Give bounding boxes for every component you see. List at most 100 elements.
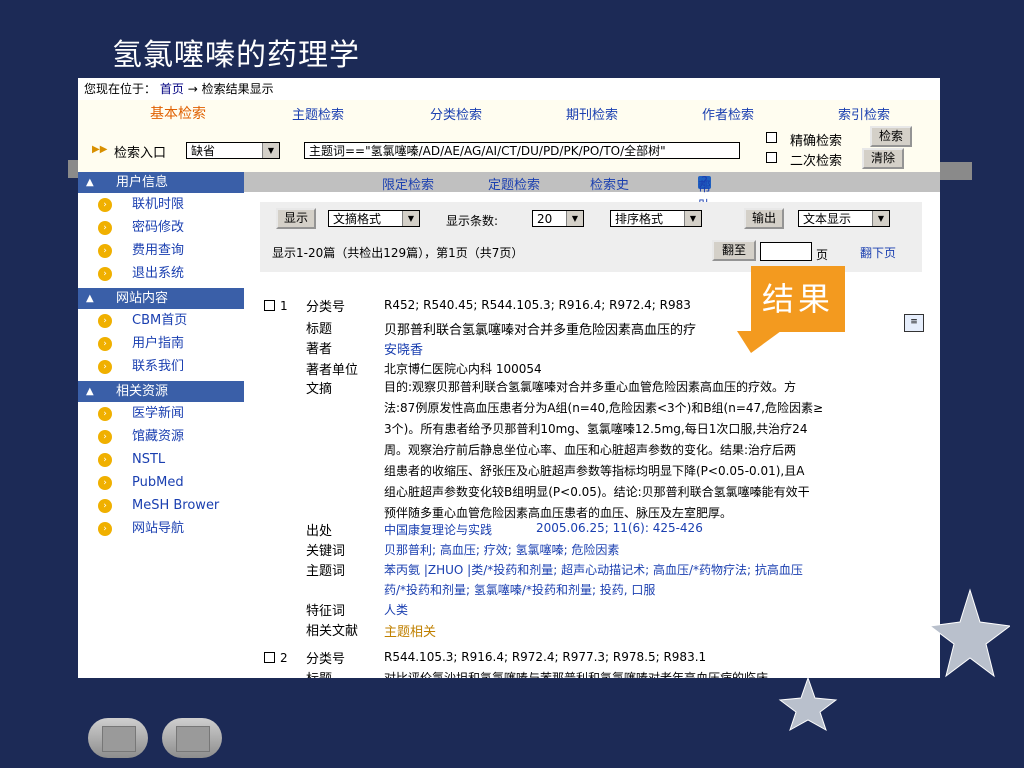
entry-label: 检索入口 (114, 146, 167, 161)
sidebar-item-online-time[interactable]: › 联机时限 (78, 194, 244, 216)
class-label: 分类号 (306, 300, 346, 315)
entry-field-select[interactable]: 缺省 ▼ (186, 142, 280, 159)
bullet-icon: › (98, 314, 112, 328)
breadcrumb-arrow: → (187, 82, 198, 96)
clear-button[interactable]: 清除 (862, 148, 904, 169)
sidebar: ▲ 用户信息 › 联机时限 › 密码修改 › 费用查询 › 退出系统 ▲ 网站内容 › CBM… (78, 172, 244, 678)
entry-field-value: 缺省 (191, 144, 216, 158)
abstract-line: 组患者的收缩压、舒张压及心脏超声参数等指标均明显下降(P<0.05-0.01),… (384, 464, 805, 478)
record-checkbox[interactable] (264, 652, 275, 663)
second-search-checkbox[interactable] (766, 152, 777, 163)
count-select[interactable]: 20 ▼ (532, 210, 584, 227)
bullet-icon: › (98, 267, 112, 281)
sidebar-item-logout[interactable]: › 退出系统 (78, 263, 244, 285)
bullet-icon: › (98, 476, 112, 490)
nav-author-search[interactable]: 作者检索 (702, 104, 754, 123)
tab-limit-search[interactable]: 限定检索 (382, 174, 434, 193)
subjects-links-cont[interactable]: 药/*投药和剂量; 氢氯噻嗪/*投药和剂量; 投药, 口服 (384, 581, 655, 598)
sidebar-item-site-nav[interactable]: › 网站导航 (78, 518, 244, 540)
sidebar-section-site-content[interactable]: ▲ 网站内容 (78, 288, 244, 309)
abstract-line: 法:87例原发性高血压患者分为A组(n=40,危险因素<3个)和B组(n=47,… (384, 401, 824, 415)
output-button[interactable]: 输出 (744, 208, 784, 229)
sidebar-item-user-guide[interactable]: › 用户指南 (78, 333, 244, 355)
sub-tab-bar: 限定检索 定题检索 检索史 ?帮助 (244, 172, 940, 214)
query-value: 主题词=="氢氯噻嗪/AD/AE/AG/AI/CT/DU/PD/PK/PO/TO… (309, 144, 666, 158)
entry-arrow-icon: ▶▶ (92, 144, 108, 155)
exact-search-checkbox[interactable] (766, 132, 777, 143)
record-title[interactable]: 对比评价氯沙坦和氢氯噻嗪与苯那普利和氢氯噻嗪对老年高血压病的临床 (384, 669, 768, 678)
output-format-select[interactable]: 文本显示 ▼ (798, 210, 890, 227)
author-link[interactable]: 安晓香 (384, 339, 423, 358)
page-number-input[interactable] (760, 242, 812, 261)
record-title[interactable]: 贝那普利联合氢氯噻嗪对合并多重危险因素高血压的疗 (384, 319, 696, 338)
sidebar-item-holdings[interactable]: › 馆藏资源 (78, 426, 244, 448)
abstract-line: 组心脏超声参数变化较B组明显(P<0.05)。结论:贝那普利联合氢氯噻嗪能有效干 (384, 485, 810, 499)
show-button[interactable]: 显示 (276, 208, 316, 229)
sort-select[interactable]: 排序格式 ▼ (610, 210, 702, 227)
tab-search-history[interactable]: 检索史 (590, 174, 629, 193)
feature-label: 特征词 (306, 604, 346, 619)
subjects-links[interactable]: 苯丙氨 |ZHUO |类/*投药和剂量; 超声心动描记术; 高血压/*药物疗法;… (384, 561, 803, 578)
related-link[interactable]: 主题相关 (384, 621, 436, 640)
class-value: R544.105.3; R916.4; R972.4; R977.3; R978… (384, 650, 707, 664)
next-page-link[interactable]: 翻下页 (860, 244, 896, 261)
abstract-line: 预伴随多重心血管危险因素高血压患者的血压、脉压及左室肥厚。 (384, 506, 733, 520)
sidebar-section-resources[interactable]: ▲ 相关资源 (78, 381, 244, 402)
sidebar-item-medical-news[interactable]: › 医学新闻 (78, 403, 244, 425)
nav-index-search[interactable]: 索引检索 (838, 104, 890, 123)
star-decoration-small (778, 676, 838, 732)
format-select[interactable]: 文摘格式 ▼ (328, 210, 420, 227)
callout-tail (737, 331, 781, 353)
record-checkbox[interactable] (264, 300, 275, 311)
sidebar-item-password[interactable]: › 密码修改 (78, 217, 244, 239)
slide-title: 氢氯噻嗪的药理学 (112, 38, 360, 73)
abstract-line: 目的:观察贝那普利联合氢氯噻嗪对合并多重心血管危险因素高血压的疗效。方 (384, 380, 797, 394)
sidebar-item-nstl[interactable]: › NSTL (78, 449, 244, 471)
sidebar-item-fees[interactable]: › 费用查询 (78, 240, 244, 262)
bullet-icon: › (98, 198, 112, 212)
decor-bar-right (938, 162, 972, 180)
bullet-icon: › (98, 337, 112, 351)
bullet-icon: › (98, 453, 112, 467)
source-link[interactable]: 中国康复理论与实践 (384, 521, 492, 538)
bullet-icon: › (98, 244, 112, 258)
search-button[interactable]: 检索 (870, 126, 912, 147)
note-icon[interactable]: ≡ (904, 314, 924, 332)
collapse-icon: ▲ (86, 177, 94, 188)
affiliation-label: 著者单位 (306, 363, 359, 378)
nav-journal-search[interactable]: 期刊检索 (566, 104, 618, 123)
sidebar-item-mesh[interactable]: › MeSH Brower (78, 495, 244, 517)
nav-subject-search[interactable]: 主题检索 (292, 104, 344, 123)
breadcrumb-home-link[interactable]: 首页 (160, 82, 184, 96)
bullet-icon: › (98, 499, 112, 513)
record-number: 1 (280, 299, 288, 313)
keywords-links[interactable]: 贝那普利; 高血压; 疗效; 氢氯噻嗪; 危险因素 (384, 541, 619, 558)
tab-topic-alert[interactable]: 定题检索 (488, 174, 540, 193)
bullet-icon: › (98, 360, 112, 374)
abstract-label: 文摘 (306, 382, 333, 397)
bullet-icon: › (98, 522, 112, 536)
source-label: 出处 (306, 524, 333, 539)
subjects-label: 主题词 (306, 564, 346, 579)
goto-button[interactable]: 翻至 (712, 240, 756, 261)
nav-class-search[interactable]: 分类检索 (430, 104, 482, 123)
chevron-down-icon: ▼ (684, 211, 701, 226)
sidebar-item-cbm-home[interactable]: › CBM首页 (78, 310, 244, 332)
abstract-line: 3个)。所有患者给予贝那普利10mg、氢氯噻嗪12.5mg,每日1次口服,共治疗… (384, 422, 808, 436)
nav-basic-search[interactable]: 基本检索 (150, 103, 206, 123)
sidebar-item-contact[interactable]: › 联系我们 (78, 356, 244, 378)
prev-icon (102, 726, 136, 752)
query-input[interactable]: 主题词=="氢氯噻嗪/AD/AE/AG/AI/CT/DU/PD/PK/PO/TO… (304, 142, 740, 159)
sidebar-item-pubmed[interactable]: › PubMed (78, 472, 244, 494)
keywords-label: 关键词 (306, 544, 346, 559)
results-summary: 显示1-20篇（共检出129篇），第1页（共7页） (272, 246, 524, 260)
feature-link[interactable]: 人类 (384, 601, 408, 618)
result-callout: 结果 (751, 266, 845, 332)
chevron-down-icon: ▼ (872, 211, 889, 226)
sidebar-section-user-info[interactable]: ▲ 用户信息 (78, 172, 244, 193)
next-slide-button[interactable] (162, 718, 222, 758)
abstract-line: 周。观察治疗前后静息坐位心率、血压和心脏超声参数的变化。结果:治疗后两 (384, 443, 797, 457)
chevron-down-icon: ▼ (262, 143, 279, 158)
previous-slide-button[interactable] (88, 718, 148, 758)
bullet-icon: › (98, 407, 112, 421)
